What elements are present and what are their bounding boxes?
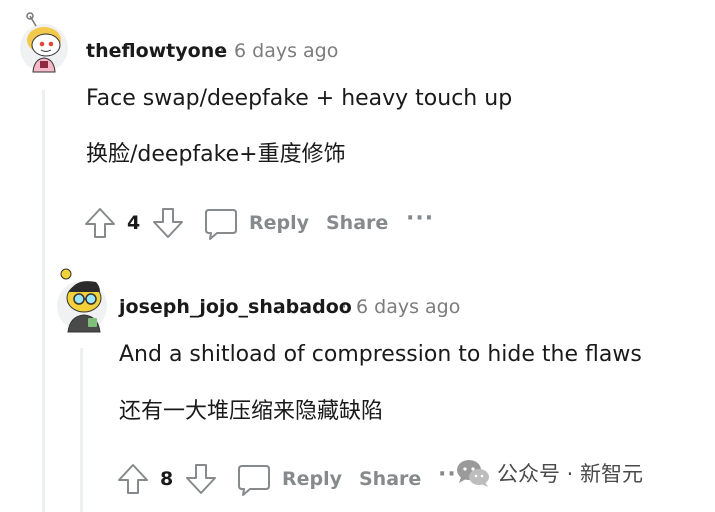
- comment-timestamp[interactable]: 6 days ago: [356, 296, 460, 318]
- comment-body-chinese: 还有一大堆压缩来隐藏缺陷: [119, 399, 384, 424]
- upvote-button[interactable]: [115, 461, 151, 497]
- comment-bubble-icon: [238, 465, 270, 496]
- user-avatar[interactable]: [56, 268, 107, 333]
- comment-timestamp[interactable]: 6 days ago: [234, 40, 338, 62]
- comment-body-english: Face swap/deepfake + heavy touch up: [86, 86, 513, 111]
- comment-body-chinese: 换脸/deepfake+重度修饰: [86, 142, 346, 167]
- more-options-button[interactable]: ···: [406, 206, 434, 231]
- share-button[interactable]: Share: [359, 468, 421, 490]
- snoo-avatar-icon: [57, 268, 107, 333]
- reply-button[interactable]: [235, 461, 273, 499]
- wechat-watermark: 公众号 · 新智元: [455, 458, 643, 488]
- meta-separator: ·: [341, 296, 348, 318]
- downvote-arrow-icon: [186, 464, 216, 494]
- thread-collapse-line[interactable]: [80, 348, 83, 512]
- comment-body-english: And a shitload of compression to hide th…: [119, 342, 642, 367]
- snoo-avatar-icon: [20, 12, 68, 73]
- reply-label[interactable]: Reply: [249, 212, 309, 234]
- comment-thread: theflowtyone · 6 days ago Face swap/deep…: [0, 0, 715, 512]
- vote-score: 8: [160, 468, 174, 490]
- comment-bubble-icon: [205, 209, 237, 240]
- downvote-button[interactable]: [150, 205, 186, 241]
- upvote-arrow-icon: [85, 208, 115, 238]
- thread-collapse-line[interactable]: [42, 90, 45, 512]
- reply-button[interactable]: [202, 205, 240, 243]
- upvote-arrow-icon: [118, 464, 148, 494]
- wechat-icon: [457, 460, 489, 487]
- meta-separator: ·: [219, 40, 226, 62]
- downvote-arrow-icon: [153, 208, 183, 238]
- vote-score: 4: [127, 212, 141, 234]
- downvote-button[interactable]: [183, 461, 219, 497]
- upvote-button[interactable]: [82, 205, 118, 241]
- user-avatar[interactable]: [20, 12, 68, 73]
- comment-username[interactable]: joseph_jojo_shabadoo: [119, 296, 352, 318]
- reply-label[interactable]: Reply: [282, 468, 342, 490]
- comment-username[interactable]: theflowtyone: [86, 40, 227, 62]
- share-button[interactable]: Share: [326, 212, 388, 234]
- watermark-text: 公众号 · 新智元: [497, 462, 644, 486]
